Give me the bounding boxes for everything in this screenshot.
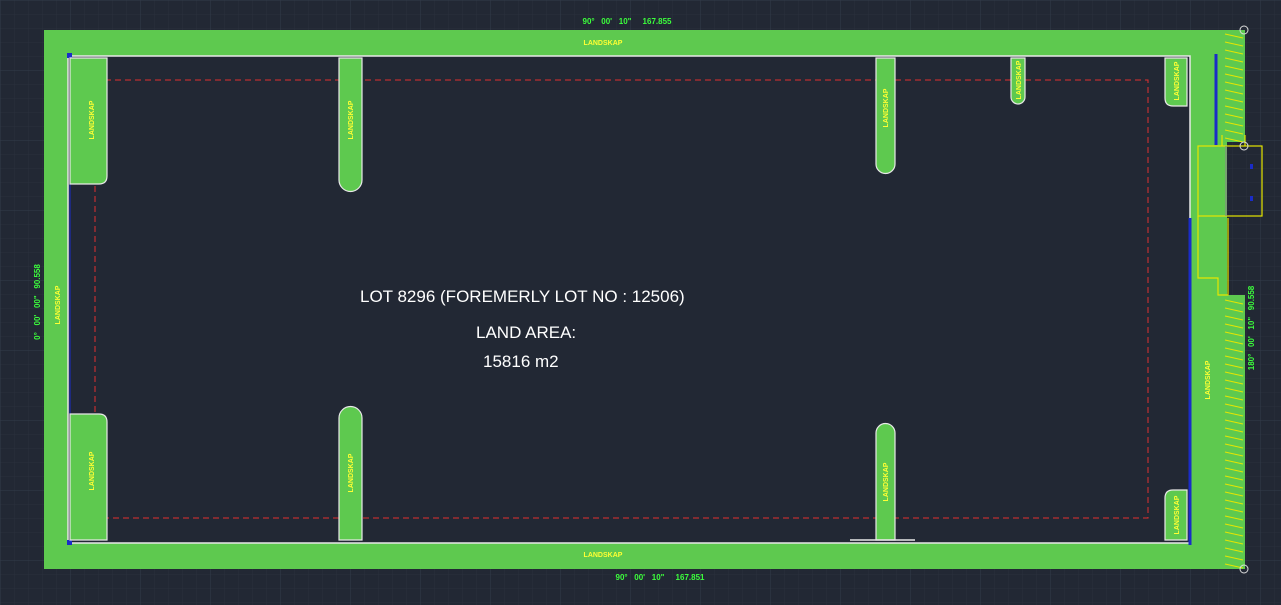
landscape-label-ne: LANDSKAP: [1174, 61, 1181, 100]
dimension-right: 180° 00' 10" 90.558: [1247, 285, 1256, 370]
landscape-label-top: LANDSKAP: [584, 40, 623, 47]
guardhouse-marker-2: [1250, 196, 1253, 201]
landscape-label-se: LANDSKAP: [1174, 495, 1181, 534]
landscape-label-west: LANDSKAP: [55, 285, 62, 324]
landscape-label-n2: LANDSKAP: [348, 100, 355, 139]
landscape-label-bottom: LANDSKAP: [584, 552, 623, 559]
guardhouse-marker-1: [1250, 164, 1253, 169]
dimension-left: 0° 00' 00" 90.558: [33, 264, 42, 340]
landscape-label-n4: LANDSKAP: [1016, 60, 1023, 99]
boundary-marker-sw: [67, 540, 72, 545]
landscape-label-s2: LANDSKAP: [348, 453, 355, 492]
boundary-marker-nw: [67, 53, 72, 58]
landscape-label-east: LANDSKAP: [1205, 360, 1212, 399]
lot-title: LOT 8296 (FOREMERLY LOT NO : 12506): [360, 287, 685, 306]
landscape-label-n3: LANDSKAP: [883, 88, 890, 127]
site-plan-drawing: LANDSKAP LANDSKAP LANDSKAP LANDSKAP LAND…: [0, 0, 1281, 605]
dimension-bottom: 90° 00' 10" 167.851: [616, 573, 706, 582]
dimension-top: 90° 00' 10" 167.855: [583, 17, 673, 26]
landscape-label-s3: LANDSKAP: [883, 462, 890, 501]
land-area-value: 15816 m2: [483, 352, 559, 371]
landscape-label-sw: LANDSKAP: [89, 451, 96, 490]
landscape-label-nw: LANDSKAP: [89, 100, 96, 139]
land-area-label: LAND AREA:: [476, 323, 576, 342]
